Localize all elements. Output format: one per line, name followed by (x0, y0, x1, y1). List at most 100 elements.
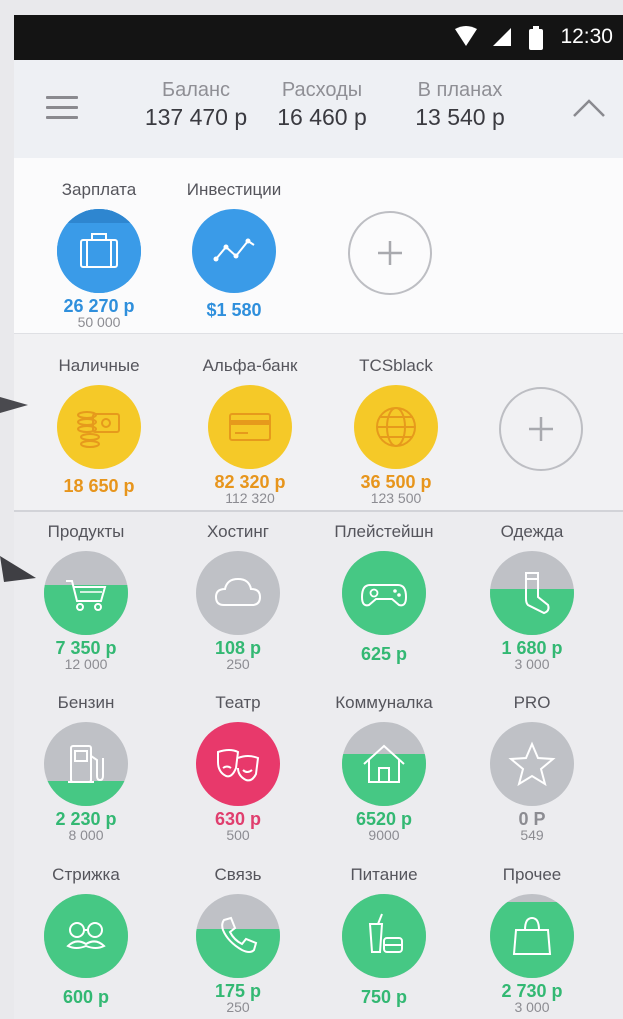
item-limit: 8 000 (68, 827, 104, 843)
bag-icon (490, 894, 574, 978)
add-account-button[interactable] (481, 356, 601, 471)
item-limit: 500 (226, 827, 250, 843)
item-name: Зарплата (61, 180, 137, 199)
item-amount: 1 680 р (501, 638, 563, 658)
gamepad-icon (342, 551, 426, 635)
plus-icon (499, 387, 583, 471)
item-amount: 2 230 р (55, 809, 117, 829)
expense-item[interactable]: Питание 750 р (324, 865, 444, 1006)
planned-label: В планах (417, 79, 503, 101)
item-name: Альфа-банк (202, 356, 298, 375)
item-name: Связь (214, 865, 262, 884)
income-item-salary[interactable]: Зарплата 26 270 р 50 000 (39, 180, 159, 329)
account-item-tcsblack[interactable]: TCSblack 36 500 р 123 500 (336, 356, 456, 505)
expense-item[interactable]: Плейстейшн 625 р (324, 522, 444, 663)
expense-item[interactable]: Театр 630 р 500 (178, 693, 298, 842)
star-icon (490, 722, 574, 806)
expense-item[interactable]: Одежда 1 680 р3 000 (472, 522, 592, 671)
item-limit: 112 320 (225, 490, 275, 506)
item-amount: 2 730 р (501, 981, 563, 1001)
item-amount: 625 р (360, 644, 408, 664)
status-bar: 12:30 (14, 15, 623, 60)
item-name: TCSblack (359, 356, 433, 375)
item-name: Питание (350, 865, 418, 884)
chart-line-icon (192, 209, 276, 293)
phone-icon (196, 894, 280, 978)
mustache-icon (44, 894, 128, 978)
item-amount: 82 320 р (214, 472, 286, 492)
account-item-alfa-bank[interactable]: Альфа-банк 82 320 р 112 320 (190, 356, 310, 505)
item-limit: 3 000 (514, 656, 550, 672)
briefcase-icon (57, 209, 141, 293)
pointer-arrow-icon (0, 397, 28, 413)
item-name: Прочее (502, 865, 562, 884)
item-name: Хостинг (207, 522, 269, 541)
cash-icon (57, 385, 141, 469)
income-section: Зарплата 26 270 р 50 000 Инвестиции $1 5… (14, 158, 623, 334)
account-item-cash[interactable]: Наличные 18 650 р (39, 356, 159, 495)
item-limit: 250 (226, 656, 250, 672)
planned-value: 13 540 р (415, 104, 505, 130)
item-name: Бензин (57, 693, 115, 712)
add-income-button[interactable] (330, 180, 450, 295)
sock-icon (490, 551, 574, 635)
item-name: Инвестиции (186, 180, 282, 199)
summary-header: Баланс 137 470 р Расходы 16 460 р В план… (14, 60, 623, 159)
expense-item[interactable]: Хостинг 108 р 250 (178, 522, 298, 671)
signal-icon (493, 28, 511, 46)
expenses-section: Продукты 7 350 р 12 000 Хостинг 108 р 250 Плей… (14, 512, 623, 1019)
item-amount: 18 650 р (63, 476, 135, 496)
wifi-icon (455, 26, 477, 46)
item-amount: 600 р (62, 987, 110, 1007)
cloud-icon (196, 551, 280, 635)
item-amount: $1 580 (206, 300, 262, 320)
item-amount: 108 р (214, 638, 262, 658)
item-amount: 630 р (214, 809, 262, 829)
expenses-summary[interactable]: Расходы 16 460 р (264, 78, 380, 132)
battery-icon (529, 26, 543, 50)
item-amount: 750 р (360, 987, 408, 1007)
item-limit: 12 000 (64, 656, 108, 672)
item-limit: 549 (520, 827, 544, 843)
item-limit: 3 000 (514, 999, 550, 1015)
expenses-label: Расходы (281, 79, 363, 101)
balance-summary[interactable]: Баланс 137 470 р (136, 78, 256, 132)
item-limit: 50 000 (77, 314, 121, 330)
house-icon (342, 722, 426, 806)
expenses-value: 16 460 р (277, 104, 367, 130)
expense-item[interactable]: Стрижка 600 р (26, 865, 146, 1006)
globe-icon (354, 385, 438, 469)
cart-icon (44, 551, 128, 635)
expense-item[interactable]: Прочее 2 730 р3 000 (472, 865, 592, 1014)
chevron-up-icon[interactable] (571, 92, 607, 122)
plus-icon (348, 211, 432, 295)
expense-item[interactable]: Бензин 2 230 р8 000 (26, 693, 146, 842)
app-screen: 12:30 Баланс 137 470 р Расходы 16 460 р … (14, 15, 623, 1019)
expense-item[interactable]: Коммуналка 6520 р 9000 (324, 693, 444, 842)
item-name: Коммуналка (335, 693, 433, 712)
expense-item[interactable]: Продукты 7 350 р 12 000 (26, 522, 146, 671)
item-name: Одежда (500, 522, 564, 541)
item-name: Стрижка (52, 865, 120, 884)
fuel-icon (44, 722, 128, 806)
theater-masks-icon (196, 722, 280, 806)
item-limit: 123 500 (370, 490, 422, 506)
item-name: PRO (513, 693, 551, 712)
accounts-section: Наличные 18 650 р Альфа-банк 82 320 р 11… (14, 334, 623, 512)
expense-item[interactable]: PRO 0 Р 549 (472, 693, 592, 842)
expense-item[interactable]: Связь 175 р 250 (178, 865, 298, 1014)
item-amount: 7 350 р (55, 638, 117, 658)
item-amount: 0 Р (518, 809, 546, 829)
income-item-investments[interactable]: Инвестиции $1 580 (174, 180, 294, 319)
menu-icon[interactable] (46, 96, 78, 120)
item-amount: 6520 р (355, 809, 413, 829)
item-name: Наличные (58, 356, 140, 375)
planned-summary[interactable]: В планах 13 540 р (400, 78, 520, 132)
item-amount: 36 500 р (360, 472, 432, 492)
item-amount: 175 р (214, 981, 262, 1001)
balance-label: Баланс (161, 79, 231, 101)
item-name: Плейстейшн (334, 522, 434, 541)
item-limit: 9000 (368, 827, 400, 843)
food-icon (342, 894, 426, 978)
pointer-arrow-icon (0, 556, 36, 582)
